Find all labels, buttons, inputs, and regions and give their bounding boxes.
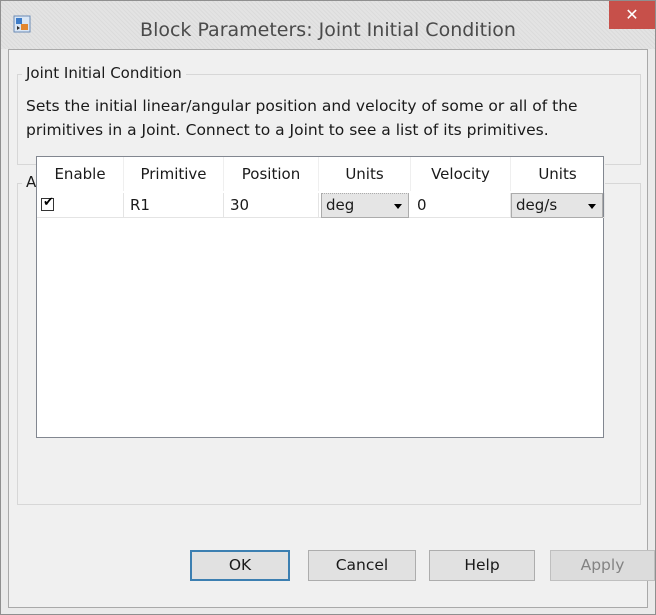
- velocity-units-value: deg/s: [516, 196, 558, 214]
- description-line-2: primitives in a Joint. Connect to a Join…: [26, 121, 549, 139]
- column-header-position[interactable]: Position: [224, 157, 319, 191]
- block-description: Sets the initial linear/angular position…: [26, 94, 646, 142]
- position-value-field[interactable]: 30: [224, 193, 319, 218]
- apply-button: Apply: [550, 550, 655, 581]
- description-line-1: Sets the initial linear/angular position…: [26, 97, 578, 115]
- velocity-value-field[interactable]: 0: [411, 193, 511, 218]
- title-bar[interactable]: Block Parameters: Joint Initial Conditio…: [1, 1, 655, 49]
- dialog-client-area: Joint Initial Condition Sets the initial…: [8, 49, 648, 608]
- window-title: Block Parameters: Joint Initial Conditio…: [140, 19, 516, 41]
- block-parameters-dialog: Block Parameters: Joint Initial Conditio…: [0, 0, 656, 615]
- velocity-units-dropdown[interactable]: deg/s: [511, 193, 603, 218]
- checkmark-icon: ✔: [43, 195, 54, 210]
- ok-button[interactable]: OK: [190, 550, 290, 581]
- position-units-value: deg: [326, 196, 355, 214]
- column-header-primitive[interactable]: Primitive: [124, 157, 224, 191]
- chevron-down-icon: [394, 204, 402, 209]
- table-row-enable-cell: ✔: [37, 193, 124, 218]
- block-group-legend: Joint Initial Condition: [22, 64, 186, 82]
- help-button[interactable]: Help: [429, 550, 535, 581]
- position-units-dropdown[interactable]: deg: [321, 193, 409, 218]
- table-row-position-units-cell: deg: [319, 193, 411, 218]
- close-button[interactable]: ✕: [609, 1, 655, 29]
- column-header-enable[interactable]: Enable: [37, 157, 124, 191]
- close-icon: ✕: [625, 5, 639, 24]
- enable-checkbox[interactable]: ✔: [41, 195, 54, 211]
- column-header-position-units[interactable]: Units: [319, 157, 411, 191]
- column-header-velocity-units[interactable]: Units: [511, 157, 605, 191]
- table-row-primitive-cell: R1: [124, 193, 224, 218]
- column-header-velocity[interactable]: Velocity: [411, 157, 511, 191]
- cancel-button[interactable]: Cancel: [308, 550, 416, 581]
- actuation-table[interactable]: Enable Primitive Position Units Velocity…: [36, 156, 605, 438]
- table-row-velocity-units-cell: deg/s: [511, 193, 605, 218]
- chevron-down-icon: [588, 204, 596, 209]
